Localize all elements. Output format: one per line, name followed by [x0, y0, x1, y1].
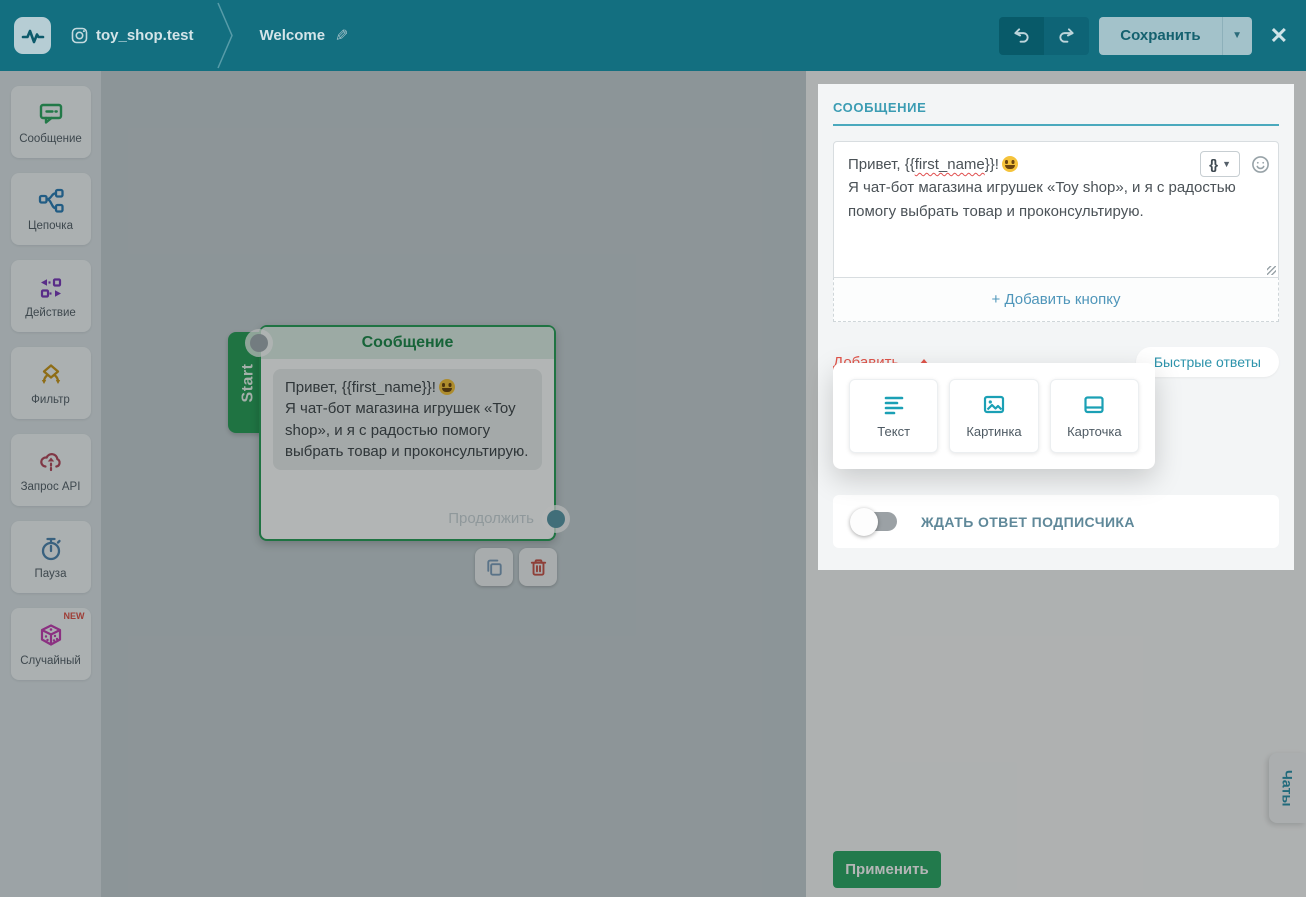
- message-textarea[interactable]: Привет, {{first_name}}! Я чат-бот магази…: [833, 141, 1279, 278]
- section-rule: [833, 124, 1279, 126]
- wait-reply-label: ЖДАТЬ ОТВЕТ ПОДПИСЧИКА: [921, 514, 1135, 530]
- pulse-logo-icon: [21, 24, 45, 48]
- add-element-dropdown: Текст Картинка Карточка: [833, 363, 1155, 469]
- toggle-knob: [850, 508, 878, 536]
- dropdown-option-image[interactable]: Картинка: [949, 379, 1038, 453]
- redo-button[interactable]: [1044, 17, 1089, 55]
- save-dropdown-caret[interactable]: ▼: [1223, 17, 1252, 55]
- variable-token: first_name: [915, 156, 985, 173]
- dropdown-option-text[interactable]: Текст: [849, 379, 938, 453]
- breadcrumb-chevron: [216, 0, 236, 71]
- pencil-icon[interactable]: ✎: [335, 26, 348, 46]
- section-title: СООБЩЕНИЕ: [833, 84, 1279, 115]
- channel-breadcrumb[interactable]: toy_shop.test: [71, 27, 194, 44]
- flow-name: Welcome: [260, 27, 326, 44]
- wait-reply-card: ЖДАТЬ ОТВЕТ ПОДПИСЧИКА: [833, 495, 1279, 548]
- smiley-outline-icon[interactable]: [1251, 155, 1270, 174]
- app-logo[interactable]: [14, 17, 51, 54]
- wait-reply-toggle[interactable]: [853, 512, 897, 531]
- instagram-icon: [71, 27, 88, 44]
- workspace: Сообщение Цепочка Действие Фильтр Запрос…: [0, 71, 1306, 897]
- save-split-button: Сохранить ▼: [1099, 17, 1251, 55]
- close-icon[interactable]: ✕: [1270, 25, 1288, 47]
- message-settings-section: СООБЩЕНИЕ Привет, {{first_name}}! Я чат-…: [818, 84, 1294, 570]
- redo-arrow-icon: [1057, 26, 1076, 45]
- insert-variable-button[interactable]: {} ▼: [1200, 151, 1240, 177]
- braces-icon: {}: [1209, 156, 1216, 172]
- grinning-face-emoji: [1002, 156, 1018, 172]
- flow-builder-app: toy_shop.test Welcome ✎ Сохранить ▼ ✕: [0, 0, 1306, 897]
- add-button-button[interactable]: + Добавить кнопку: [833, 277, 1279, 322]
- undo-arrow-icon: [1012, 26, 1031, 45]
- quick-replies-button[interactable]: Быстрые ответы: [1136, 347, 1279, 377]
- channel-name: toy_shop.test: [96, 27, 194, 44]
- save-button[interactable]: Сохранить: [1099, 17, 1221, 55]
- top-bar-actions: Сохранить ▼ ✕: [999, 17, 1288, 55]
- chevron-down-icon: ▼: [1222, 159, 1231, 169]
- undo-redo-group: [999, 17, 1089, 55]
- textarea-controls: {} ▼: [1200, 151, 1270, 177]
- flow-title: Welcome ✎: [260, 26, 349, 46]
- dropdown-option-card[interactable]: Карточка: [1050, 379, 1139, 453]
- text-lines-icon: [882, 393, 906, 417]
- card-icon: [1082, 393, 1106, 417]
- top-bar: toy_shop.test Welcome ✎ Сохранить ▼ ✕: [0, 0, 1306, 71]
- image-icon: [982, 393, 1006, 417]
- undo-button[interactable]: [999, 17, 1044, 55]
